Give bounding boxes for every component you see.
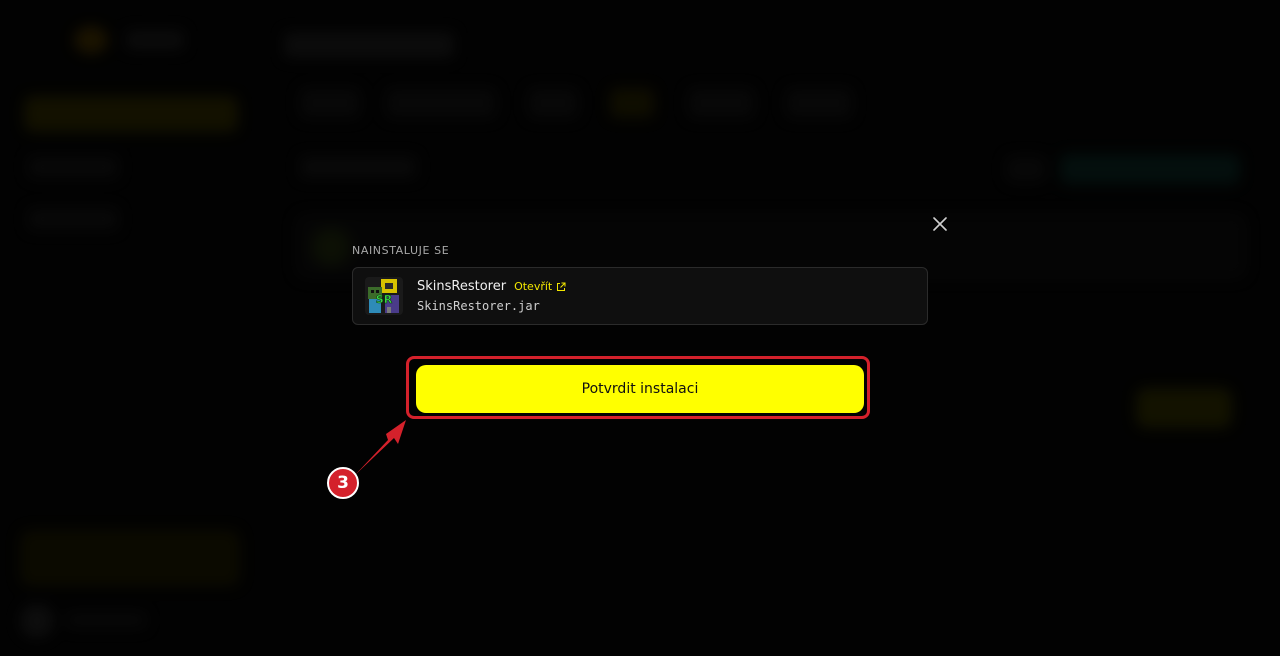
install-modal: NAINSTALUJE SE SR SkinsRestorer Otevřít … xyxy=(336,204,960,434)
page: NAINSTALUJE SE SR SkinsRestorer Otevřít … xyxy=(0,0,1280,656)
close-button[interactable] xyxy=(928,212,952,236)
confirm-install-button[interactable]: Potvrdit instalaci xyxy=(416,365,864,413)
open-link-label: Otevřít xyxy=(514,280,553,293)
svg-text:SR: SR xyxy=(376,293,393,306)
open-link[interactable]: Otevřít xyxy=(514,280,566,293)
plugin-name: SkinsRestorer xyxy=(417,279,507,294)
plugin-thumbnail-icon: SR xyxy=(365,277,403,315)
plugin-file-name: SkinsRestorer.jar xyxy=(417,299,540,313)
section-label: NAINSTALUJE SE xyxy=(352,244,450,257)
plugin-card: SR SkinsRestorer Otevřít SkinsRestorer.j… xyxy=(352,267,928,325)
external-link-icon xyxy=(557,282,566,291)
plugin-name-row: SkinsRestorer Otevřít xyxy=(417,279,566,294)
close-icon xyxy=(933,217,947,231)
step-number-badge: 3 xyxy=(327,467,359,499)
